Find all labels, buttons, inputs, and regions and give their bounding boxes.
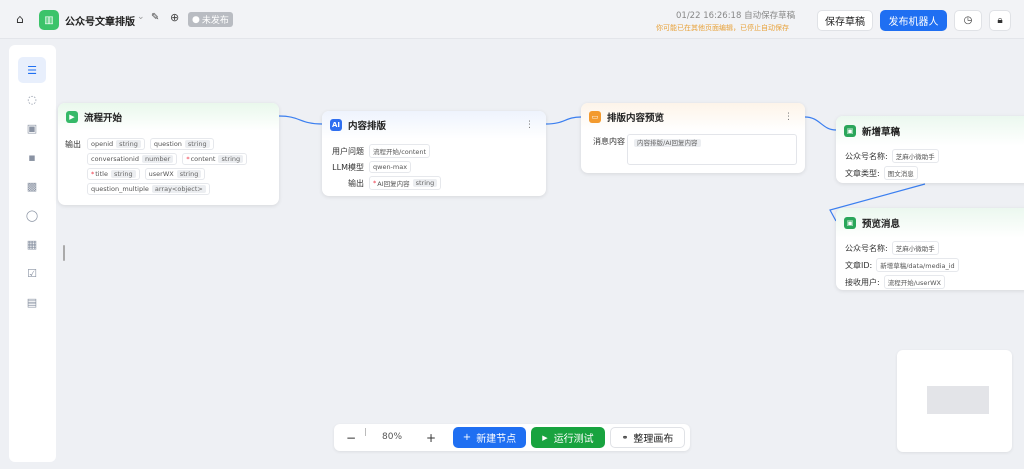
field-chip: question string	[149, 138, 214, 150]
row-value: 新增草稿/data/media_id	[876, 258, 959, 272]
output-label: 输出	[65, 140, 81, 149]
node-title: 新增草稿	[862, 127, 901, 138]
edge	[804, 116, 837, 131]
edge	[278, 115, 323, 125]
wechat-msg-icon: ▣	[844, 217, 856, 229]
row-label: LLM模型	[332, 162, 364, 172]
edge	[545, 116, 582, 125]
node-ai[interactable]: AI 内容排版 ⋮ 用户问题 流程开始/content LLM模型 qwen-max …	[322, 111, 546, 196]
row-value: 图文消息	[883, 166, 918, 180]
node-title: 内容排版	[348, 121, 387, 132]
field-chip: userWX string	[144, 168, 206, 180]
output-chip: * AI回复内容 string	[369, 176, 442, 190]
row-value: 流程开始/userWX	[883, 275, 945, 289]
more-icon[interactable]: ⋮	[525, 120, 534, 130]
tidy-canvas-button[interactable]: ⚭ 整理画布	[610, 427, 685, 448]
row-value: 流程开始/content	[369, 144, 431, 158]
minimap-viewport[interactable]	[927, 386, 989, 414]
row-label: 接收用户:	[845, 277, 880, 287]
bottom-toolbar: − 80% + + 新建节点 ▶ 运行测试 ⚭ 整理画布	[334, 424, 690, 451]
row-value: qwen-max	[369, 161, 412, 173]
row-label: 公众号名称:	[845, 243, 888, 253]
play-icon: ▶	[542, 433, 548, 442]
preview-icon: ▭	[589, 111, 601, 123]
node-start[interactable]: ▶ 流程开始 输出 openid string question string conv…	[58, 103, 279, 205]
row-label: 用户问题	[332, 146, 364, 156]
row-label: 输出	[348, 178, 364, 188]
node-preview[interactable]: ▭ 排版内容预览 ⋮ 消息内容 内容排版/AI回复内容	[581, 103, 805, 173]
node-message[interactable]: ▣ 预览消息 公众号名称: 芝麻小微助手 文章ID: 新增草稿/data/media_…	[836, 208, 1024, 290]
row-label: 文章ID:	[845, 260, 873, 270]
row-label: 消息内容	[593, 137, 625, 146]
field-chip: * title string	[87, 168, 140, 180]
zoom-out-button[interactable]: −	[342, 428, 360, 447]
run-test-button[interactable]: ▶ 运行测试	[531, 427, 605, 448]
field-chip: conversationid number	[87, 153, 178, 165]
row-value: 芝麻小微助手	[891, 241, 939, 255]
field-chip: question_multiple array<object>	[87, 183, 210, 195]
plus-icon: +	[462, 432, 472, 443]
zoom-in-button[interactable]: +	[422, 428, 440, 447]
message-content-box[interactable]: 内容排版/AI回复内容	[627, 134, 797, 165]
ai-icon: AI	[330, 119, 342, 131]
more-icon[interactable]: ⋮	[784, 112, 793, 122]
field-chip: openid string	[87, 138, 145, 150]
nodes-icon: ⚭	[621, 433, 629, 442]
variable-chip: 内容排版/AI回复内容	[634, 139, 701, 147]
wechat-doc-icon: ▣	[844, 125, 856, 137]
minimap[interactable]	[897, 350, 1012, 452]
row-value: 芝麻小微助手	[891, 149, 939, 163]
node-draft[interactable]: ▣ 新增草稿 公众号名称: 芝麻小微助手 文章类型: 图文消息	[836, 116, 1024, 183]
row-label: 公众号名称:	[845, 151, 888, 161]
zoom-level[interactable]: 80%	[382, 432, 402, 442]
field-chip: * content string	[182, 153, 248, 165]
divider	[365, 428, 366, 436]
node-title: 排版内容预览	[607, 113, 665, 124]
node-title: 预览消息	[862, 219, 901, 230]
play-icon: ▶	[66, 111, 78, 123]
node-title: 流程开始	[84, 113, 123, 124]
row-label: 文章类型:	[845, 168, 880, 178]
new-node-button[interactable]: + 新建节点	[453, 427, 526, 448]
